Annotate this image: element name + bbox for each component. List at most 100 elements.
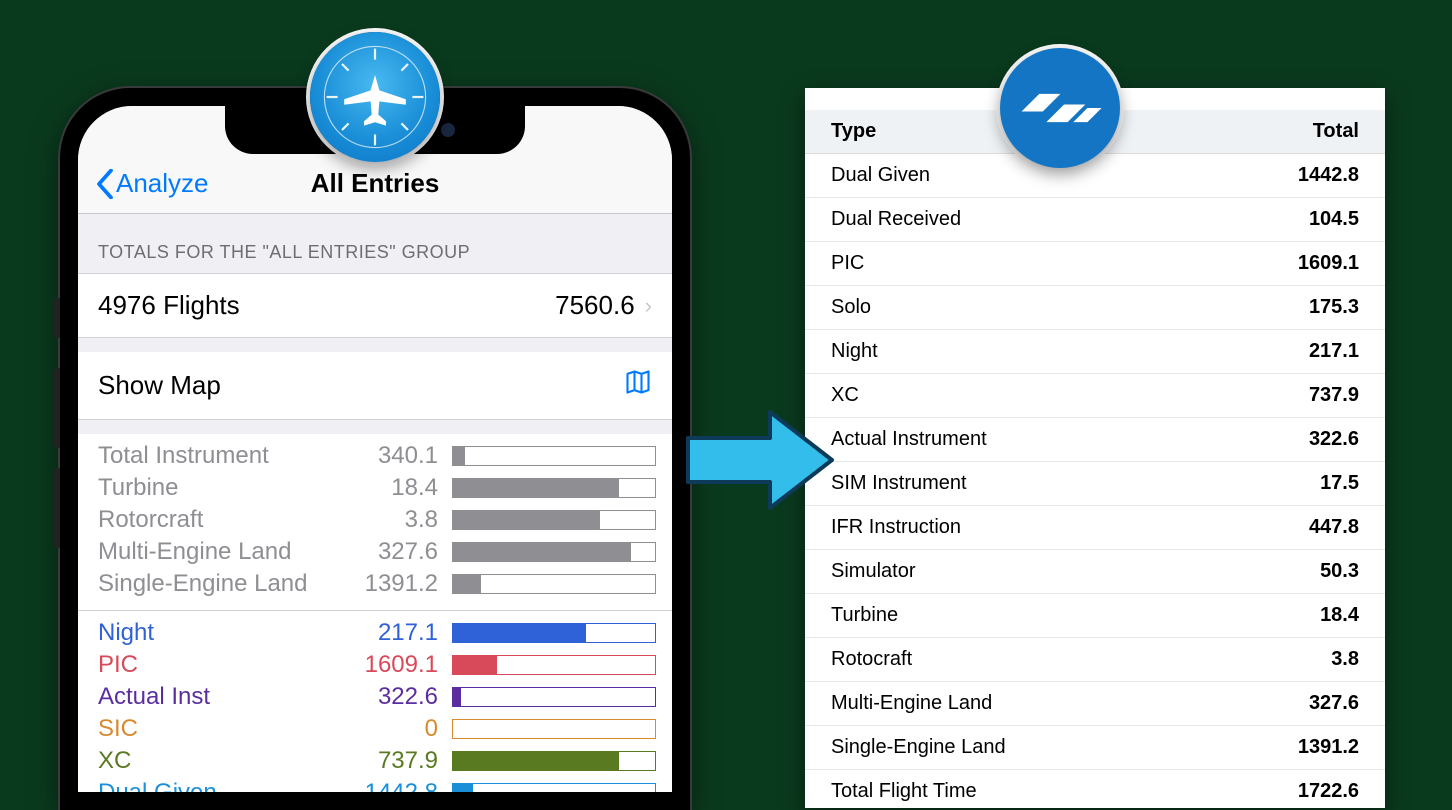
table-row: XC737.9 (805, 374, 1385, 418)
row-value: 18.4 (1192, 594, 1385, 638)
stat-row: Dual Given1442.8 (98, 777, 662, 792)
stat-label: Total Instrument (98, 440, 348, 472)
show-map-row[interactable]: Show Map (78, 352, 672, 420)
totals-table: Type Total Dual Given1442.8Dual Received… (805, 110, 1385, 808)
stat-row: XC737.9 (98, 745, 662, 777)
row-label: Solo (805, 286, 1192, 330)
stripes-logo-icon (1018, 83, 1103, 133)
export-document: Type Total Dual Given1442.8Dual Received… (805, 88, 1385, 808)
stat-value: 322.6 (348, 681, 438, 713)
row-label: Night (805, 330, 1192, 374)
table-row: Rotocraft3.8 (805, 638, 1385, 682)
app-icon-export (1000, 48, 1120, 168)
stat-value: 18.4 (348, 472, 438, 504)
row-value: 217.1 (1192, 330, 1385, 374)
row-label: Total Flight Time (805, 770, 1192, 809)
app-icon-instrument (310, 32, 440, 162)
gray-stats-block: Total Instrument340.1Turbine18.4Rotorcra… (78, 434, 672, 611)
table-row: Single-Engine Land1391.2 (805, 726, 1385, 770)
stat-label: PIC (98, 649, 348, 681)
stat-value: 217.1 (348, 617, 438, 649)
row-value: 737.9 (1192, 374, 1385, 418)
camera-icon (441, 123, 455, 137)
flights-total-row[interactable]: 4976 Flights 7560.6 › (78, 273, 672, 338)
table-row: Dual Given1442.8 (805, 154, 1385, 198)
stat-bar (452, 751, 656, 771)
stat-row: PIC1609.1 (98, 649, 662, 681)
table-row: Turbine18.4 (805, 594, 1385, 638)
back-label: Analyze (116, 168, 209, 199)
table-row: Actual Instrument322.6 (805, 418, 1385, 462)
stat-row: Rotorcraft3.8 (98, 504, 662, 536)
stat-bar (452, 687, 656, 707)
row-value: 447.8 (1192, 506, 1385, 550)
row-label: Simulator (805, 550, 1192, 594)
section-header: TOTALS FOR THE "ALL ENTRIES" GROUP (78, 214, 672, 273)
stat-value: 1609.1 (348, 649, 438, 681)
stat-value: 1442.8 (348, 777, 438, 792)
row-value: 17.5 (1192, 462, 1385, 506)
row-value: 1722.6 (1192, 770, 1385, 809)
chevron-left-icon (96, 169, 114, 199)
table-row: SIM Instrument17.5 (805, 462, 1385, 506)
row-value: 1442.8 (1192, 154, 1385, 198)
row-label: Single-Engine Land (805, 726, 1192, 770)
chevron-right-icon: › (645, 293, 652, 319)
col-header-type: Type (805, 110, 1192, 154)
row-value: 50.3 (1192, 550, 1385, 594)
stat-label: Dual Given (98, 777, 348, 792)
row-label: XC (805, 374, 1192, 418)
stat-bar (452, 623, 656, 643)
stat-label: Night (98, 617, 348, 649)
table-row: Multi-Engine Land327.6 (805, 682, 1385, 726)
stat-bar (452, 446, 656, 466)
stat-row: SIC0 (98, 713, 662, 745)
stat-value: 1391.2 (348, 568, 438, 600)
row-label: Dual Received (805, 198, 1192, 242)
phone-mute-switch (54, 298, 60, 338)
row-label: Actual Instrument (805, 418, 1192, 462)
stat-label: SIC (98, 713, 348, 745)
stat-bar (452, 478, 656, 498)
stat-row: Actual Inst322.6 (98, 681, 662, 713)
col-header-total: Total (1192, 110, 1385, 154)
stat-row: Total Instrument340.1 (98, 440, 662, 472)
table-row: PIC1609.1 (805, 242, 1385, 286)
stat-bar (452, 655, 656, 675)
show-map-label: Show Map (98, 370, 221, 401)
phone-screen: Analyze All Entries TOTALS FOR THE "ALL … (78, 106, 672, 792)
row-label: Dual Given (805, 154, 1192, 198)
row-label: PIC (805, 242, 1192, 286)
row-label: Rotocraft (805, 638, 1192, 682)
stat-label: XC (98, 745, 348, 777)
stat-row: Night217.1 (98, 617, 662, 649)
stat-row: Multi-Engine Land327.6 (98, 536, 662, 568)
stat-bar (452, 574, 656, 594)
stat-value: 327.6 (348, 536, 438, 568)
stat-label: Single-Engine Land (98, 568, 348, 600)
stat-value: 737.9 (348, 745, 438, 777)
table-row: Dual Received104.5 (805, 198, 1385, 242)
row-value: 104.5 (1192, 198, 1385, 242)
table-row: Night217.1 (805, 330, 1385, 374)
stat-value: 3.8 (348, 504, 438, 536)
phone-mockup: Analyze All Entries TOTALS FOR THE "ALL … (60, 88, 690, 810)
table-row: Solo175.3 (805, 286, 1385, 330)
back-button[interactable]: Analyze (96, 168, 209, 199)
row-value: 1609.1 (1192, 242, 1385, 286)
phone-volume-down (54, 468, 60, 548)
airplane-gauge-icon (320, 42, 430, 152)
phone-volume-up (54, 368, 60, 448)
table-row: IFR Instruction447.8 (805, 506, 1385, 550)
map-icon (624, 368, 652, 403)
row-label: SIM Instrument (805, 462, 1192, 506)
color-stats-block: Night217.1PIC1609.1Actual Inst322.6SIC0X… (78, 611, 672, 792)
export-arrow-icon (680, 400, 840, 520)
stat-label: Turbine (98, 472, 348, 504)
flights-value: 7560.6 (555, 290, 635, 321)
row-value: 327.6 (1192, 682, 1385, 726)
stat-value: 340.1 (348, 440, 438, 472)
stat-label: Rotorcraft (98, 504, 348, 536)
row-label: Turbine (805, 594, 1192, 638)
row-value: 1391.2 (1192, 726, 1385, 770)
